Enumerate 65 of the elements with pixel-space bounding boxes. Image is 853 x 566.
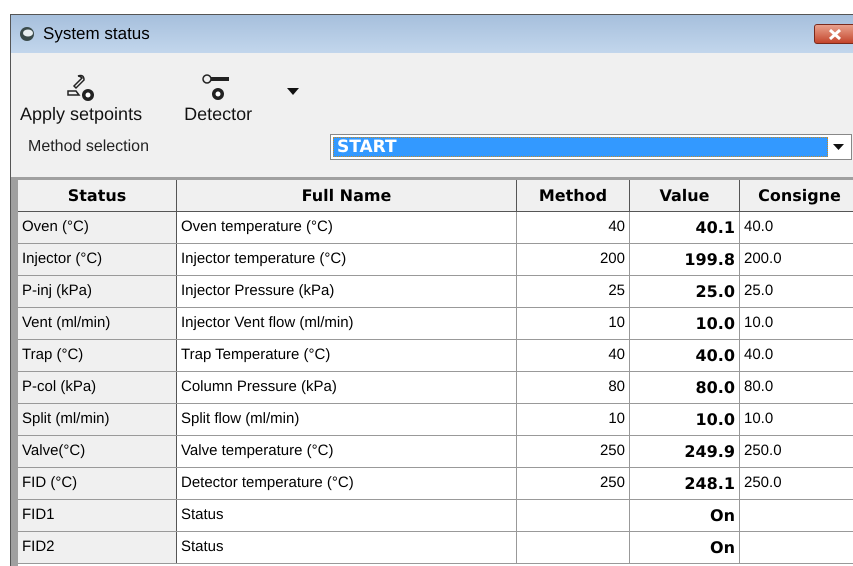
table-cell: 250 <box>517 436 630 467</box>
table-cell: Column Pressure (kPa) <box>177 372 517 403</box>
table-cell: 10.0 <box>630 404 740 435</box>
table-cell: Injector Vent flow (ml/min) <box>177 308 517 339</box>
column-header[interactable]: Status <box>18 180 177 211</box>
column-header[interactable]: Value <box>630 180 740 211</box>
table-cell: 40.0 <box>630 340 740 371</box>
table-cell: 10.0 <box>740 404 853 435</box>
toolbar-button[interactable]: Apply setpoints <box>19 73 144 125</box>
table-cell: 200 <box>517 244 630 275</box>
table-cell: 250.0 <box>740 436 853 467</box>
row-header: Trap (°C) <box>18 340 177 371</box>
table-cell: 200.0 <box>740 244 853 275</box>
row-header: FID1 <box>18 500 177 531</box>
table-cell: 80 <box>517 372 630 403</box>
close-button[interactable] <box>814 24 853 44</box>
table-cell: 40.0 <box>740 340 853 371</box>
row-header: Injector (°C) <box>18 244 177 275</box>
table-cell: 40 <box>517 212 630 243</box>
caret-icon <box>833 144 844 150</box>
table-cell: On <box>630 500 740 531</box>
window-title: System status <box>43 23 150 46</box>
dropdown-arrow-icon[interactable] <box>287 88 300 95</box>
table-cell: Split flow (ml/min) <box>177 404 517 435</box>
table-cell: 10.0 <box>740 308 853 339</box>
table-cell: On <box>630 532 740 563</box>
table-cell: Injector temperature (°C) <box>177 244 517 275</box>
table-cell: 25.0 <box>630 276 740 307</box>
row-header: FID2 <box>18 532 177 563</box>
row-header: P-inj (kPa) <box>18 276 177 307</box>
row-header: FID (°C) <box>18 468 177 499</box>
table-cell: 248.1 <box>630 468 740 499</box>
table-cell: 40.1 <box>630 212 740 243</box>
toolbar-button[interactable]: Detector <box>183 73 254 125</box>
table-cell: Trap Temperature (°C) <box>177 340 517 371</box>
table-cell: Valve temperature (°C) <box>177 436 517 467</box>
row-header: P-col (kPa) <box>18 372 177 403</box>
close-icon <box>828 28 842 40</box>
table-cell: Oven temperature (°C) <box>177 212 517 243</box>
table-cell: Status <box>177 532 517 563</box>
table-cell: 10 <box>517 308 630 339</box>
row-header: Oven (°C) <box>18 212 177 243</box>
table-cell: 80.0 <box>740 372 853 403</box>
table-cell: 40.0 <box>740 212 853 243</box>
table-cell: 249.9 <box>630 436 740 467</box>
table-cell: Injector Pressure (kPa) <box>177 276 517 307</box>
table-cell: 40 <box>517 340 630 371</box>
table-cell: 250.0 <box>740 468 853 499</box>
app-icon <box>19 26 35 42</box>
column-header[interactable]: Consigne <box>740 180 853 211</box>
table-cell: Status <box>177 500 517 531</box>
column-header[interactable]: Method <box>517 180 630 211</box>
row-header: Valve(°C) <box>18 436 177 467</box>
method-selection-label: Method selection <box>28 137 150 157</box>
table-cell: 25.0 <box>740 276 853 307</box>
table-cell: 199.8 <box>630 244 740 275</box>
row-header: Split (ml/min) <box>18 404 177 435</box>
table-cell: 250 <box>517 468 630 499</box>
table-cell: 80.0 <box>630 372 740 403</box>
row-header: Vent (ml/min) <box>18 308 177 339</box>
table-cell: 10 <box>517 404 630 435</box>
table-cell: 25 <box>517 276 630 307</box>
column-header[interactable]: Full Name <box>177 180 517 211</box>
table-cell: Detector temperature (°C) <box>177 468 517 499</box>
table-cell: 10.0 <box>630 308 740 339</box>
